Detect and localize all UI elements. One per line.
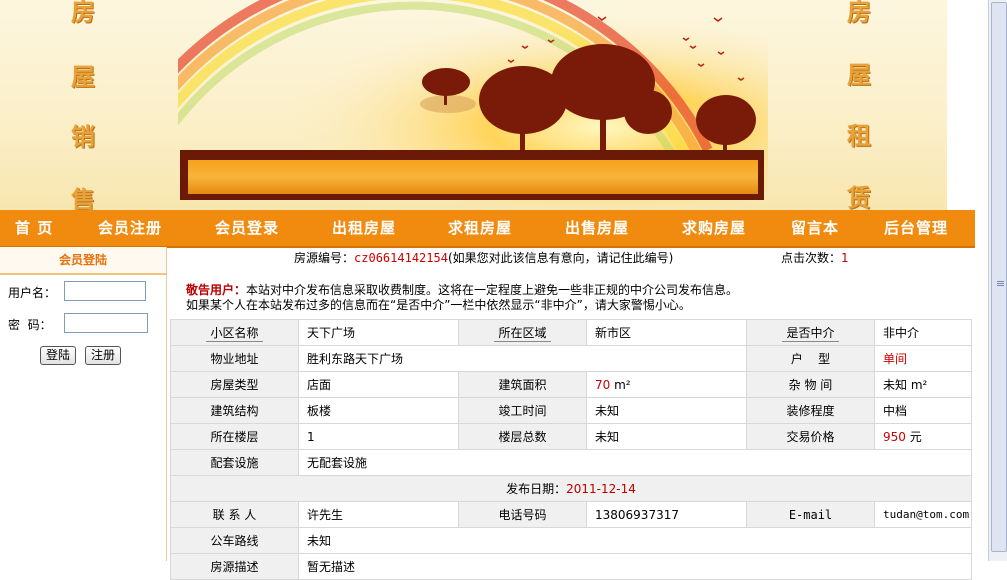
table-row: 公车路线 未知: [170, 527, 972, 554]
structure-label: 建筑结构: [170, 397, 299, 424]
table-row: 房屋类型 店面 建筑面积 70 m² 杂 物 间 未知 m²: [170, 371, 972, 398]
price-label: 交易价格: [746, 423, 875, 450]
table-row: 所在楼层 1 楼层总数 未知 交易价格 950 元: [170, 423, 972, 450]
agent-label: 是否中介: [782, 326, 839, 342]
area-unit: m²: [614, 377, 631, 392]
district-label: 所在区域: [494, 326, 551, 342]
listing-header: 房源编号：cz06614142154(如果您对此该信息有意向，请记住此编号) 点…: [170, 247, 971, 269]
email-value[interactable]: tudan@tom.com: [874, 501, 972, 528]
login-button[interactable]: 登陆: [40, 346, 77, 365]
description-value: 暂无描述: [298, 553, 972, 580]
listing-number-label: 房源编号：: [294, 251, 355, 265]
area-value: 70: [595, 377, 611, 392]
community-value: 天下广场: [298, 319, 459, 346]
misc-label: 杂 物 间: [746, 371, 875, 398]
click-count: 1: [841, 251, 849, 265]
banner-right-char-2: 屋: [847, 60, 871, 89]
vertical-scrollbar[interactable]: [988, 0, 1007, 561]
facilities-value: 无配套设施: [298, 449, 972, 476]
nav-member-login[interactable]: 会员登录: [215, 210, 279, 246]
table-row: 发布日期：2011-12-14: [170, 475, 972, 502]
password-label: 密 码：: [8, 318, 52, 332]
structure-value: 板楼: [298, 397, 459, 424]
scrollbar-thumb[interactable]: [991, 2, 1007, 552]
banner-left-char-3: 销: [71, 122, 95, 151]
floor-label: 所在楼层: [170, 423, 299, 450]
address-label: 物业地址: [170, 345, 299, 372]
floor-value: 1: [298, 423, 459, 450]
register-button[interactable]: 注册: [85, 346, 122, 365]
nav-for-sale[interactable]: 出售房屋: [565, 210, 629, 246]
click-count-label: 点击次数：: [781, 251, 842, 265]
table-row: 小区名称 天下广场 所在区域 新市区 是否中介 非中介: [170, 319, 972, 346]
completion-value: 未知: [586, 397, 747, 424]
type-value: 店面: [298, 371, 459, 398]
main-navigation: 首 页 会员注册 会员登录 出租房屋 求租房屋 出售房屋 求购房屋 留言本 后台…: [0, 210, 975, 248]
notice-title: 敬告用户：: [186, 283, 247, 297]
table-row: 联 系 人 许先生 电话号码 13806937317 E-mail tudan@…: [170, 501, 972, 528]
banner-left-char-2: 屋: [71, 62, 95, 91]
facilities-label: 配套设施: [170, 449, 299, 476]
bus-label: 公车路线: [170, 527, 299, 554]
nav-guestbook[interactable]: 留言本: [791, 210, 839, 246]
price-value: 950: [883, 430, 906, 444]
nav-admin[interactable]: 后台管理: [884, 210, 948, 246]
phone-label: 电话号码: [458, 501, 587, 528]
banner-right-char-4: 赁: [847, 183, 871, 210]
decoration-value: 中档: [874, 397, 972, 424]
type-label: 房屋类型: [170, 371, 299, 398]
listing-number: cz06614142154: [354, 251, 448, 265]
table-row: 建筑结构 板楼 竣工时间 未知 装修程度 中档: [170, 397, 972, 424]
password-input[interactable]: [64, 313, 148, 333]
sunset-tree-illustration: [178, 0, 768, 205]
banner-right-char-3: 租: [847, 121, 871, 150]
table-row: 配套设施 无配套设施: [170, 449, 972, 476]
phone-value: 13806937317: [586, 501, 747, 528]
listing-number-line: 房源编号：cz06614142154(如果您对此该信息有意向，请记住此编号): [294, 247, 673, 269]
username-label: 用户名：: [8, 286, 57, 300]
description-label: 房源描述: [170, 553, 299, 580]
total-floors-label: 楼层总数: [458, 423, 587, 450]
table-row: 物业地址 胜利东路天下广场 户 型 单间: [170, 345, 972, 372]
email-label: E-mail: [746, 501, 875, 528]
district-value: 新市区: [586, 319, 747, 346]
detail-table: 小区名称 天下广场 所在区域 新市区 是否中介 非中介 物业地址 胜利东路天下广…: [170, 319, 972, 580]
publish-date: 2011-12-14: [566, 482, 636, 496]
notice-line-2: 如果某个人在本站发布过多的信息而在“是否中介”一栏中依然显示“非中介”，请大家警…: [186, 298, 691, 312]
username-input[interactable]: [64, 281, 146, 301]
area-label: 建筑面积: [458, 371, 587, 398]
nav-home[interactable]: 首 页: [15, 210, 53, 246]
nav-rent-out[interactable]: 出租房屋: [332, 210, 396, 246]
login-panel-title: 会员登陆: [0, 247, 166, 275]
nav-seek-buy[interactable]: 求购房屋: [682, 210, 746, 246]
header-banner: 房 屋 销 售 房 屋 租 赁: [0, 0, 947, 210]
listing-number-hint: (如果您对此该信息有意向，请记住此编号): [447, 251, 674, 265]
banner-left-char-1: 房: [71, 0, 95, 26]
notice-line-1: 本站对中介发布信息采取收费制度。这将在一定程度上避免一些非正规的中介公司发布信息…: [246, 283, 739, 297]
nav-seek-rent[interactable]: 求租房屋: [448, 210, 512, 246]
layout-value: 单间: [874, 345, 972, 372]
layout-label: 户 型: [746, 345, 875, 372]
publish-label: 发布日期：: [506, 482, 567, 496]
completion-label: 竣工时间: [458, 397, 587, 424]
address-value: 胜利东路天下广场: [298, 345, 747, 372]
total-floors-value: 未知: [586, 423, 747, 450]
contact-label: 联 系 人: [170, 501, 299, 528]
scrollbar-grip-icon: [997, 281, 1004, 282]
table-row: 房源描述 暂无描述: [170, 553, 972, 580]
community-label: 小区名称: [206, 326, 263, 342]
contact-value: 许先生: [298, 501, 459, 528]
agent-value: 非中介: [874, 319, 972, 346]
banner-left-char-4: 售: [71, 185, 95, 210]
user-notice: 敬告用户：本站对中介发布信息采取收费制度。这将在一定程度上避免一些非正规的中介公…: [186, 283, 966, 313]
click-count-line: 点击次数：1: [781, 247, 849, 269]
decoration-label: 装修程度: [746, 397, 875, 424]
price-unit: 元: [909, 430, 922, 444]
bus-value: 未知: [298, 527, 972, 554]
misc-value: 未知 m²: [874, 371, 972, 398]
nav-member-register[interactable]: 会员注册: [98, 210, 162, 246]
banner-right-char-1: 房: [847, 0, 871, 26]
